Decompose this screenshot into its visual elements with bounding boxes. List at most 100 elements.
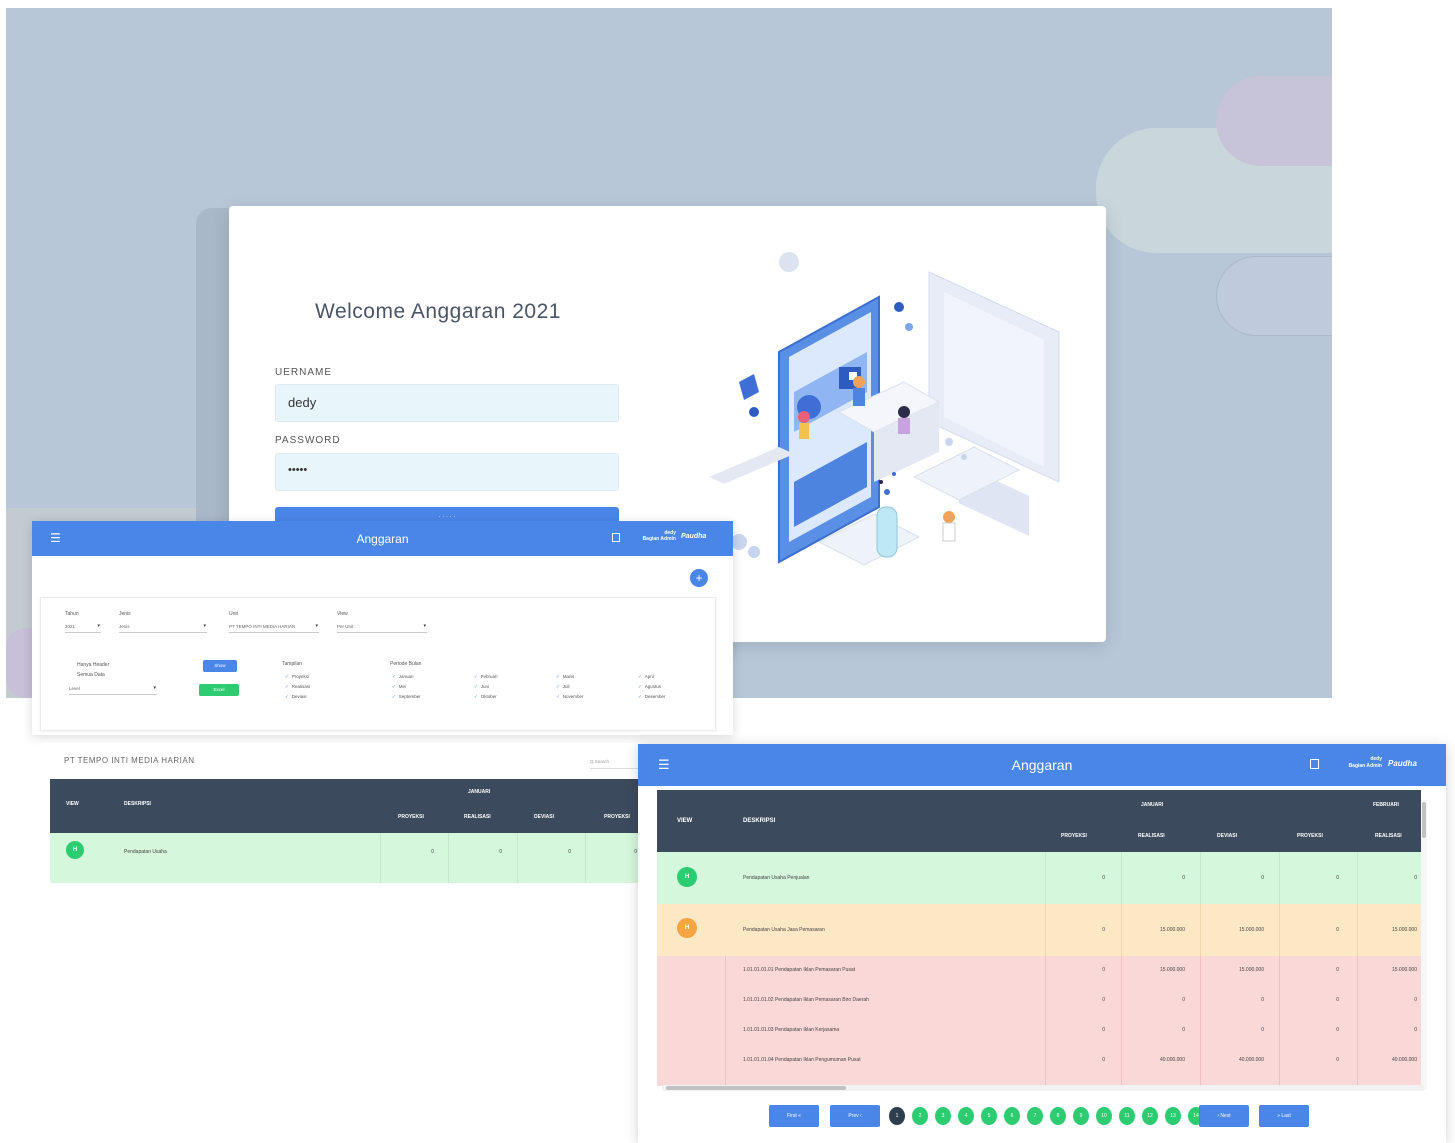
checkbox-month[interactable]: ✓ Desember [638, 694, 666, 700]
checkbox-deviasi[interactable]: ✓ Deviasi [285, 694, 307, 700]
table-row[interactable]: 1.01.01.01.03 Pendapatan Iklan Kerjasama… [725, 1016, 1421, 1046]
header-deskripsi: DESKRIPSI [743, 818, 776, 824]
check-icon: ✓ [285, 694, 289, 699]
filter-window: ☰ Anggaran dedy Bagian Admin Paudha + Ta… [32, 521, 733, 735]
jenis-label: Jenis [119, 611, 131, 617]
checkbox-label: Oktober [480, 694, 497, 699]
show-button[interactable]: Show [203, 660, 237, 672]
checkbox-month[interactable]: ✓ Agustus [638, 684, 661, 690]
user-info[interactable]: dedy Bagian Admin [632, 530, 676, 542]
table-row[interactable]: 1.01.01.01.04 Pendapatan Iklan Pengumuma… [725, 1046, 1421, 1076]
chevron-right-icon: › [1217, 1113, 1219, 1119]
cell-value: 0 [1102, 997, 1105, 1003]
user-name: dedy [1370, 756, 1382, 762]
vertical-scrollbar[interactable] [1421, 800, 1427, 1090]
horizontal-scrollbar[interactable] [662, 1085, 1424, 1091]
cell-value: 0 [1336, 1057, 1339, 1063]
checkbox-month[interactable]: ✓ Juni [474, 684, 489, 690]
checkbox-month[interactable]: ✓ Februari [474, 674, 498, 680]
checkbox-label: Mei [398, 684, 407, 689]
username-field[interactable]: dedy [275, 384, 619, 422]
page-button[interactable]: 5 [981, 1107, 997, 1125]
user-role: Bagian Admin [1348, 763, 1382, 769]
table-row[interactable]: 1.01.01.01.02 Pendapatan Iklan Pemasaran… [725, 986, 1421, 1016]
page-button[interactable]: 8 [1050, 1107, 1066, 1125]
level-value: Level [69, 686, 80, 691]
checkbox-month[interactable]: ✓ Juli [556, 684, 570, 690]
checkbox-realisasi[interactable]: ✓ Realisasi [285, 684, 310, 690]
checkbox-label: Januari [398, 674, 414, 679]
tahun-label: Tahun [65, 611, 79, 617]
page-button[interactable]: 7 [1027, 1107, 1043, 1125]
checkbox-month[interactable]: ✓ April [638, 674, 654, 680]
checkbox-proyeksi[interactable]: ✓ Proyeksi [285, 674, 309, 680]
search-input[interactable]: Q Search [590, 759, 638, 769]
cell-value: 0 [1261, 997, 1264, 1003]
add-button[interactable]: + [690, 569, 708, 587]
app-title: Anggaran [356, 532, 409, 546]
check-icon: ✓ [556, 674, 560, 679]
check-icon: ✓ [474, 674, 478, 679]
page-button[interactable]: 6 [1004, 1107, 1020, 1125]
page-button[interactable]: 10 [1096, 1107, 1112, 1125]
scrollbar-thumb[interactable] [666, 1086, 846, 1090]
checkbox-month[interactable]: ✓ November [556, 694, 584, 700]
row-description: Pendapatan Usaha [124, 849, 167, 855]
prev-page-button[interactable]: Prev ‹ [830, 1105, 880, 1127]
periode-label: Periode Bulan [390, 661, 422, 667]
column-divider [448, 833, 449, 883]
header-deviasi: DEVIASI [1217, 833, 1238, 839]
page-button[interactable]: 3 [935, 1107, 951, 1125]
table-row[interactable]: H Pendapatan Usaha Jasa Pemasaran 0 15.0… [657, 904, 1421, 956]
unit-select[interactable]: PT TEMPO INTI MEDIA HARIAN ▾ [229, 622, 319, 633]
header-row-badge[interactable]: H [66, 841, 84, 859]
cell-deviasi: 0 [568, 849, 571, 855]
option-header-only[interactable]: Hanya Header [77, 662, 109, 668]
scrollbar-thumb[interactable] [1422, 802, 1426, 838]
checkbox-month[interactable]: ✓ Oktober [474, 694, 497, 700]
fullscreen-icon[interactable] [612, 533, 620, 542]
page-button[interactable]: 12 [1142, 1107, 1158, 1125]
cell-value: 15.000.000 [1391, 927, 1417, 933]
page-button-active[interactable]: 1 [889, 1107, 905, 1125]
first-page-button[interactable]: First « [769, 1105, 819, 1127]
option-all-data[interactable]: Semua Data [77, 672, 105, 678]
header-row-badge[interactable]: H [677, 867, 697, 887]
header-row-badge[interactable]: H [677, 918, 697, 938]
password-field[interactable]: ••••• [275, 453, 619, 491]
tahun-select[interactable]: 2021 ▾ [65, 622, 101, 633]
fullscreen-icon[interactable] [1310, 759, 1319, 769]
page-button[interactable]: 2 [912, 1107, 928, 1125]
checkbox-month[interactable]: ✓ Januari [392, 674, 414, 680]
level-select[interactable]: Level ▾ [69, 684, 157, 695]
checkbox-month[interactable]: ✓ Maret [556, 674, 574, 680]
page-button[interactable]: 9 [1073, 1107, 1089, 1125]
password-label: PASSWORD [275, 435, 341, 446]
cell-value: 40.000.000 [1159, 1057, 1185, 1063]
cell-value: 0 [1414, 875, 1417, 881]
column-divider [1045, 852, 1046, 904]
page-button[interactable]: 13 [1165, 1107, 1181, 1125]
header-month-februari: FEBRUARI [1373, 802, 1399, 808]
decor-blob [1216, 76, 1332, 166]
checkbox-month[interactable]: ✓ Mei [392, 684, 406, 690]
export-excel-button[interactable]: Excel [199, 684, 239, 696]
pagination: First « Prev ‹ 1 2 3 4 5 6 7 8 9 10 11 1… [769, 1105, 1329, 1129]
checkbox-month[interactable]: ✓ September [392, 694, 421, 700]
page-button[interactable]: 4 [958, 1107, 974, 1125]
table-row[interactable]: H Pendapatan Usaha 0 0 0 0 [50, 833, 638, 883]
cell-value: 0 [1414, 1027, 1417, 1033]
page-button[interactable]: 11 [1119, 1107, 1135, 1125]
column-divider [1357, 904, 1358, 956]
user-info[interactable]: dedy Bagian Admin [1332, 756, 1382, 770]
last-page-button[interactable]: » Last [1259, 1105, 1309, 1127]
table-header: VIEW DESKRIPSI JANUARI FEBRUARI PROYEKSI… [657, 790, 1421, 852]
next-page-button[interactable]: › Next [1199, 1105, 1249, 1127]
check-icon: ✓ [392, 684, 396, 689]
row-description: 1.01.01.01.02 Pendapatan Iklan Pemasaran… [743, 997, 869, 1003]
cell-value: 0 [1102, 967, 1105, 973]
jenis-select[interactable]: Jenis ▾ [119, 622, 207, 633]
view-select[interactable]: Per Unit ▾ [337, 622, 427, 633]
table-row[interactable]: 1.01.01.01.01 Pendapatan Iklan Pemasaran… [725, 956, 1421, 986]
table-row[interactable]: H Pendapatan Usaha Penjualan 0 0 0 0 0 [657, 852, 1421, 904]
